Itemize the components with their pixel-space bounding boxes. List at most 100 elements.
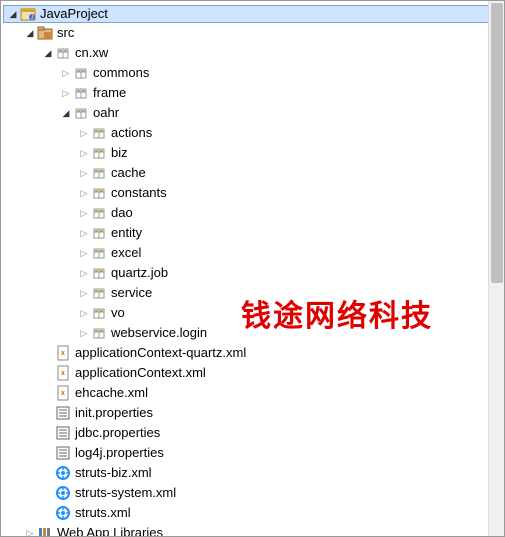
project-explorer-tree[interactable]: ◢JJavaProject◢src◢cn.xw▷commons▷frame◢oa…	[1, 1, 504, 536]
tree-node-label: applicationContext-quartz.xml	[75, 343, 246, 363]
tree-node[interactable]: init.properties	[3, 403, 502, 423]
package-icon	[91, 125, 107, 141]
tree-node[interactable]: ▷ cache	[3, 163, 502, 183]
tree-node[interactable]: ▷ dao	[3, 203, 502, 223]
scrollbar-track[interactable]	[488, 1, 504, 536]
tree-node-label: struts-biz.xml	[75, 463, 152, 483]
tree-node[interactable]: ◢oahr	[3, 103, 502, 123]
tree-node[interactable]: ◢ src	[3, 23, 502, 43]
package-icon	[91, 305, 107, 321]
expand-icon[interactable]: ▷	[77, 246, 91, 260]
properties-file-icon	[55, 405, 71, 421]
package-icon	[91, 145, 107, 161]
expand-icon[interactable]: ▷	[77, 306, 91, 320]
tree-node[interactable]: ▷ biz	[3, 143, 502, 163]
scrollbar-thumb[interactable]	[491, 3, 503, 283]
tree-node[interactable]: ▷ frame	[3, 83, 502, 103]
package-icon	[73, 85, 89, 101]
tree-node-label: quartz.job	[111, 263, 168, 283]
tree-node[interactable]: log4j.properties	[3, 443, 502, 463]
src-folder-icon	[37, 25, 53, 41]
tree-node[interactable]: ▷ service	[3, 283, 502, 303]
tree-node-label: excel	[111, 243, 141, 263]
tree-node[interactable]: ▷ excel	[3, 243, 502, 263]
tree-node-label: Web App Libraries	[57, 523, 163, 536]
tree-node[interactable]: xapplicationContext.xml	[3, 363, 502, 383]
tree-node-label: applicationContext.xml	[75, 363, 206, 383]
xml-file-icon: x	[55, 345, 71, 361]
expand-icon[interactable]: ▷	[77, 166, 91, 180]
expand-icon[interactable]: ▷	[77, 206, 91, 220]
tree-node[interactable]: ▷ actions	[3, 123, 502, 143]
expand-icon[interactable]: ▷	[77, 146, 91, 160]
package-icon	[91, 245, 107, 261]
library-icon	[37, 525, 53, 536]
svg-text:x: x	[61, 390, 65, 397]
svg-text:x: x	[61, 350, 65, 357]
tree-node-label: webservice.login	[111, 323, 207, 343]
tree-node-label: vo	[111, 303, 125, 323]
collapse-icon[interactable]: ◢	[41, 46, 55, 60]
tree-node-label: entity	[111, 223, 142, 243]
package-icon	[91, 225, 107, 241]
expand-icon[interactable]: ▷	[77, 266, 91, 280]
tree-node-label: cn.xw	[75, 43, 108, 63]
expand-icon[interactable]: ▷	[77, 186, 91, 200]
java-project-icon: J	[20, 6, 36, 22]
tree-node-label: dao	[111, 203, 133, 223]
tree-node[interactable]: ▷ quartz.job	[3, 263, 502, 283]
tree-node[interactable]: x ehcache.xml	[3, 383, 502, 403]
package-icon	[73, 65, 89, 81]
tree-node-label: commons	[93, 63, 149, 83]
tree-node[interactable]: ▷ vo	[3, 303, 502, 323]
tree-node[interactable]: ▷constants	[3, 183, 502, 203]
tree-node[interactable]: ◢ cn.xw	[3, 43, 502, 63]
tree-node[interactable]: struts-biz.xml	[3, 463, 502, 483]
collapse-icon[interactable]: ◢	[59, 106, 73, 120]
expand-icon[interactable]: ▷	[77, 326, 91, 340]
tree-node-label: JavaProject	[40, 4, 108, 24]
expand-icon[interactable]: ▷	[23, 526, 37, 536]
expand-icon[interactable]: ▷	[59, 66, 73, 80]
tree-node-label: log4j.properties	[75, 443, 164, 463]
expand-icon[interactable]: ▷	[77, 286, 91, 300]
tree-node[interactable]: ▷ webservice.login	[3, 323, 502, 343]
xml-file-icon: x	[55, 385, 71, 401]
tree-node-label: jdbc.properties	[75, 423, 160, 443]
tree-node[interactable]: jdbc.properties	[3, 423, 502, 443]
tree-node-label: init.properties	[75, 403, 153, 423]
tree-node[interactable]: ▷ Web App Libraries	[3, 523, 502, 536]
collapse-icon[interactable]: ◢	[23, 26, 37, 40]
package-icon	[91, 285, 107, 301]
expand-icon[interactable]: ▷	[77, 226, 91, 240]
struts-file-icon	[55, 465, 71, 481]
tree-node-label: ehcache.xml	[75, 383, 148, 403]
expand-icon[interactable]: ▷	[59, 86, 73, 100]
expand-icon[interactable]: ▷	[77, 126, 91, 140]
tree-node-label: struts-system.xml	[75, 483, 176, 503]
tree-node[interactable]: struts-system.xml	[3, 483, 502, 503]
tree-node[interactable]: struts.xml	[3, 503, 502, 523]
tree-node-label: actions	[111, 123, 152, 143]
package-icon	[91, 325, 107, 341]
tree-node-label: biz	[111, 143, 128, 163]
package-icon	[91, 165, 107, 181]
struts-file-icon	[55, 485, 71, 501]
tree-node[interactable]: ▷ commons	[3, 63, 502, 83]
tree-node-label: struts.xml	[75, 503, 131, 523]
tree-node[interactable]: ▷ entity	[3, 223, 502, 243]
tree-node-label: src	[57, 23, 74, 43]
struts-file-icon	[55, 505, 71, 521]
properties-file-icon	[55, 425, 71, 441]
collapse-icon[interactable]: ◢	[6, 7, 20, 21]
tree-node-label: frame	[93, 83, 126, 103]
xml-file-icon: x	[55, 365, 71, 381]
tree-node[interactable]: ◢JJavaProject	[3, 5, 502, 23]
package-icon	[91, 205, 107, 221]
tree-node-label: service	[111, 283, 152, 303]
tree-node[interactable]: x applicationContext-quartz.xml	[3, 343, 502, 363]
package-icon	[91, 265, 107, 281]
properties-file-icon	[55, 445, 71, 461]
tree-node-label: cache	[111, 163, 146, 183]
package-icon	[91, 185, 107, 201]
